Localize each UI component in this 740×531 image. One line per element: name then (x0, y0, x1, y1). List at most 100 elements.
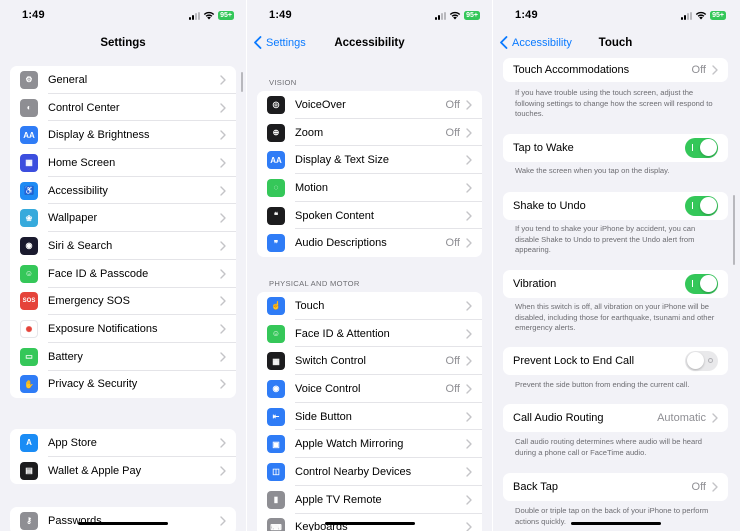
toggles-icon: ◐ (20, 98, 38, 117)
settings-item-privacy-security[interactable]: ✋ Privacy & Security (10, 371, 236, 399)
aa-icon: AA (20, 126, 38, 145)
touch-icon: ☝ (267, 296, 285, 315)
battery-icon: ▭ (20, 347, 38, 366)
chevron-right-icon (466, 494, 472, 505)
status-time: 1:49 (269, 9, 292, 21)
chevron-right-icon (466, 522, 472, 531)
chevron-right-icon (220, 438, 226, 448)
row-label: Display & Brightness (48, 129, 150, 142)
row-value: Off (445, 126, 460, 139)
accessibility-item-spoken-content[interactable]: ❝ Spoken Content (257, 202, 482, 230)
chevron-right-icon (712, 482, 718, 492)
accessibility-item-side-button[interactable]: ⇤ Side Button (257, 403, 482, 431)
status-icons: 95+ (435, 11, 480, 20)
cellular-signal-icon (681, 11, 693, 20)
row-label: Spoken Content (295, 209, 374, 222)
settings-item-wallpaper[interactable]: ❀ Wallpaper (10, 204, 236, 232)
row-label: Back Tap (513, 480, 559, 493)
battery-indicator: 95+ (218, 11, 234, 20)
chevron-right-icon (220, 241, 226, 251)
tap-to-wake-toggle[interactable] (685, 137, 718, 158)
row-label: Audio Descriptions (295, 237, 387, 250)
accessibility-item-apple-watch-mirroring[interactable]: ▣ Apple Watch Mirroring (257, 430, 482, 458)
row-label: Call Audio Routing (513, 411, 604, 424)
accessibility-item-apple-tv-remote[interactable]: ▮ Apple TV Remote (257, 486, 482, 514)
nearby-devices-icon: ◫ (267, 462, 285, 481)
call-audio-routing-row[interactable]: Call Audio Routing Automatic (503, 404, 728, 432)
home-indicator[interactable] (78, 522, 168, 525)
accessibility-item-voice-control[interactable]: ◉ Voice Control Off (257, 375, 482, 403)
accessibility-item-zoom[interactable]: ⊕ Zoom Off (257, 119, 482, 147)
scrollbar[interactable] (240, 72, 243, 92)
keyboard-icon: ⌨ (267, 518, 285, 531)
row-label: General (48, 73, 88, 86)
shake-to-undo-toggle[interactable] (685, 195, 718, 216)
wifi-icon (695, 11, 707, 20)
settings-item-app-store[interactable]: A App Store (10, 429, 236, 457)
vibration-toggle[interactable] (685, 273, 718, 294)
row-label: Accessibility (48, 184, 108, 197)
settings-item-battery[interactable]: ▭ Battery (10, 343, 236, 371)
row-label: Exposure Notifications (48, 323, 158, 336)
settings-item-wallet-apple-pay[interactable]: ▤ Wallet & Apple Pay (10, 457, 236, 485)
home-indicator[interactable] (324, 522, 415, 525)
row-label: Zoom (295, 126, 324, 139)
settings-item-passwords[interactable]: ⚷ Passwords (10, 507, 236, 531)
touch-accommodations-group: Touch Accommodations Off (503, 58, 728, 82)
accessibility-item-switch-control[interactable]: ▦ Switch Control Off (257, 347, 482, 375)
nav-bar: Accessibility Touch (493, 32, 738, 56)
hand-icon: ✋ (20, 375, 38, 394)
status-bar: 1:49 95+ (0, 0, 246, 30)
touch-accommodations-row[interactable]: Touch Accommodations Off (503, 58, 728, 82)
physical-motor-group: ☝ Touch ☺ Face ID & Attention ▦ Switch Contro… (257, 292, 482, 531)
settings-item-face-id-passcode[interactable]: ☺ Face ID & Passcode (10, 260, 236, 288)
settings-item-accessibility[interactable]: ♿ Accessibility (10, 177, 236, 205)
accessibility-item-motion[interactable]: ◌ Motion (257, 174, 482, 202)
home-indicator[interactable] (570, 522, 661, 525)
chevron-right-icon (220, 185, 226, 196)
settings-item-emergency-sos[interactable]: SOS Emergency SOS (10, 288, 236, 316)
back-tap-row[interactable]: Back Tap Off (503, 473, 728, 501)
settings-item-siri-search[interactable]: ◉ Siri & Search (10, 232, 236, 260)
accessibility-item-audio-descriptions[interactable]: ❞ Audio Descriptions Off (257, 229, 482, 257)
settings-item-control-center[interactable]: ◐ Control Center (10, 94, 236, 122)
settings-group-store: A App Store ▤ Wallet & Apple Pay (10, 429, 236, 485)
accessibility-item-display-text-size[interactable]: AA Display & Text Size (257, 146, 482, 174)
siri-icon: ◉ (20, 236, 38, 255)
speech-icon: ❝ (267, 206, 285, 225)
row-label: Battery (48, 350, 83, 363)
touch-accommodations-note: If you have trouble using the touch scre… (515, 88, 713, 118)
shake-to-undo-row: Shake to Undo (503, 192, 728, 220)
side-button-icon: ⇤ (267, 407, 285, 426)
accessibility-item-voiceover[interactable]: ◎ VoiceOver Off (257, 91, 482, 119)
scrollbar[interactable] (732, 195, 735, 265)
accessibility-item-control-nearby-devices[interactable]: ◫ Control Nearby Devices (257, 458, 482, 486)
nav-bar: Settings (0, 32, 246, 56)
accessibility-item-face-id-attention[interactable]: ☺ Face ID & Attention (257, 320, 482, 348)
chevron-right-icon (220, 465, 226, 476)
sos-icon: SOS (20, 292, 38, 311)
call-audio-routing-note: Call audio routing determines where audi… (515, 437, 702, 457)
accessibility-item-touch[interactable]: ☝ Touch (257, 292, 482, 320)
row-value: Off (691, 480, 706, 493)
row-label: Apple TV Remote (295, 493, 382, 506)
settings-item-display-brightness[interactable]: AA Display & Brightness (10, 121, 236, 149)
row-label: Siri & Search (48, 239, 113, 252)
call-audio-routing-group: Call Audio Routing Automatic (503, 404, 728, 432)
prevent-lock-toggle[interactable] (685, 350, 718, 371)
touch-screen: 1:49 95+ Accessibility Touch Touch Accom… (492, 0, 738, 531)
face-id-icon: ☺ (267, 324, 285, 343)
grid-icon: ▦ (20, 153, 38, 172)
tap-to-wake-note: Wake the screen when you tap on the disp… (515, 166, 670, 175)
wifi-icon (203, 11, 215, 20)
tap-to-wake-row: Tap to Wake (503, 134, 728, 162)
row-label: Passwords (48, 514, 102, 527)
chevron-right-icon (220, 379, 226, 390)
settings-item-general[interactable]: ⚙ General (10, 66, 236, 94)
settings-item-home-screen[interactable]: ▦ Home Screen (10, 149, 236, 177)
voice-control-icon: ◉ (267, 379, 285, 398)
settings-item-exposure-notifications[interactable]: ✺ Exposure Notifications (10, 315, 236, 343)
prevent-lock-group: Prevent Lock to End Call (503, 347, 728, 375)
chevron-right-icon (220, 296, 226, 307)
chevron-right-icon (220, 102, 226, 113)
